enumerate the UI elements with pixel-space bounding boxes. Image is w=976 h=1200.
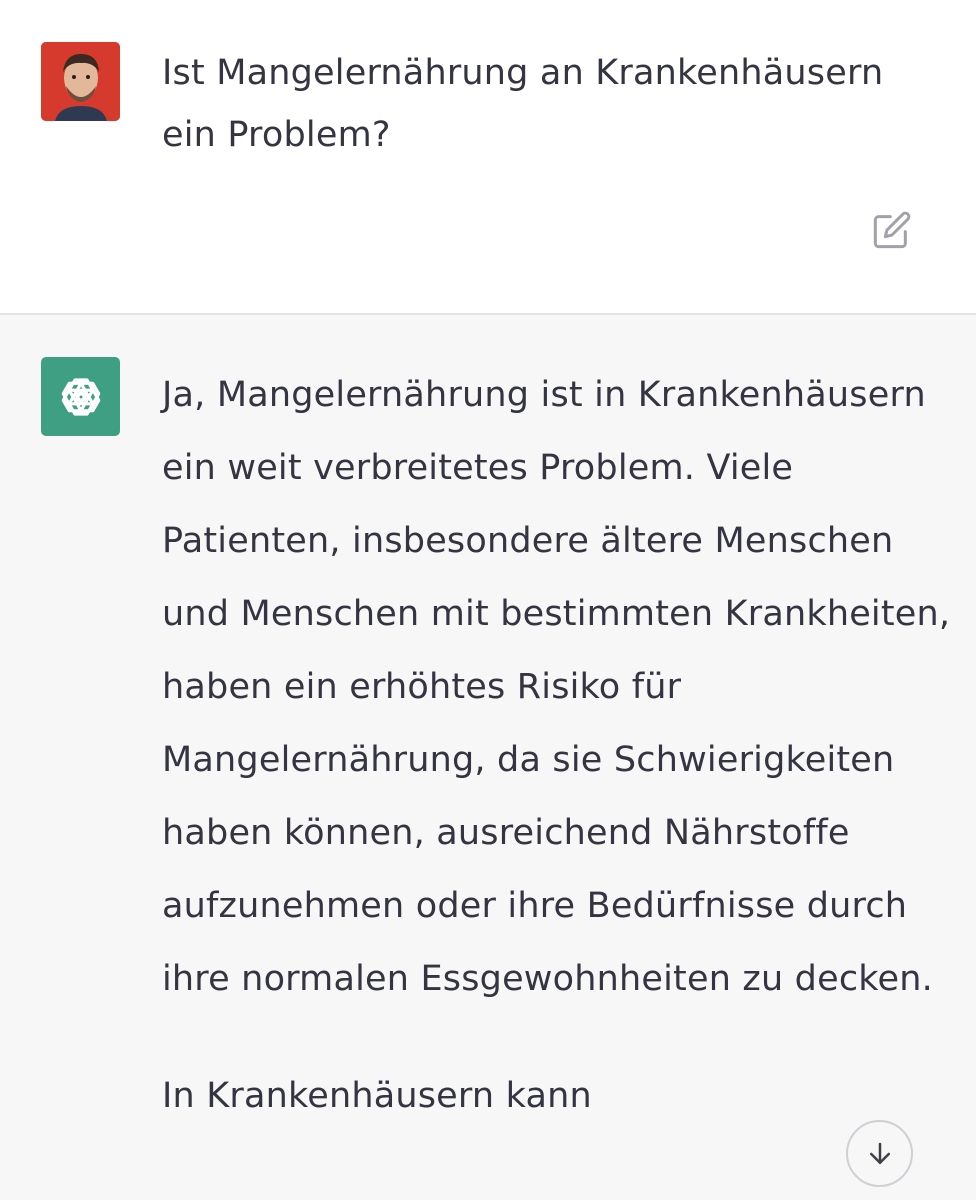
assistant-message-text: Ja, Mangelernährung ist in Krankenhäuser… (162, 359, 952, 1177)
assistant-avatar (41, 357, 120, 436)
user-avatar (41, 42, 120, 121)
assistant-paragraph: Ja, Mangelernährung ist in Krankenhäuser… (162, 375, 951, 999)
user-photo-avatar-icon (41, 42, 120, 121)
assistant-message-row: Ja, Mangelernährung ist in Krankenhäuser… (0, 315, 976, 1200)
edit-message-button[interactable] (870, 208, 914, 252)
assistant-paragraph: In Krankenhäusern kann (162, 1076, 592, 1116)
openai-logo-icon (61, 377, 100, 416)
scroll-to-bottom-button[interactable] (846, 1120, 913, 1187)
edit-icon (873, 211, 911, 249)
arrow-down-icon (869, 1142, 890, 1164)
user-message-text: Ist Mangelernährung an Krankenhäusern ei… (162, 53, 884, 155)
user-message-row: Ist Mangelernährung an Krankenhäusern ei… (0, 0, 976, 314)
